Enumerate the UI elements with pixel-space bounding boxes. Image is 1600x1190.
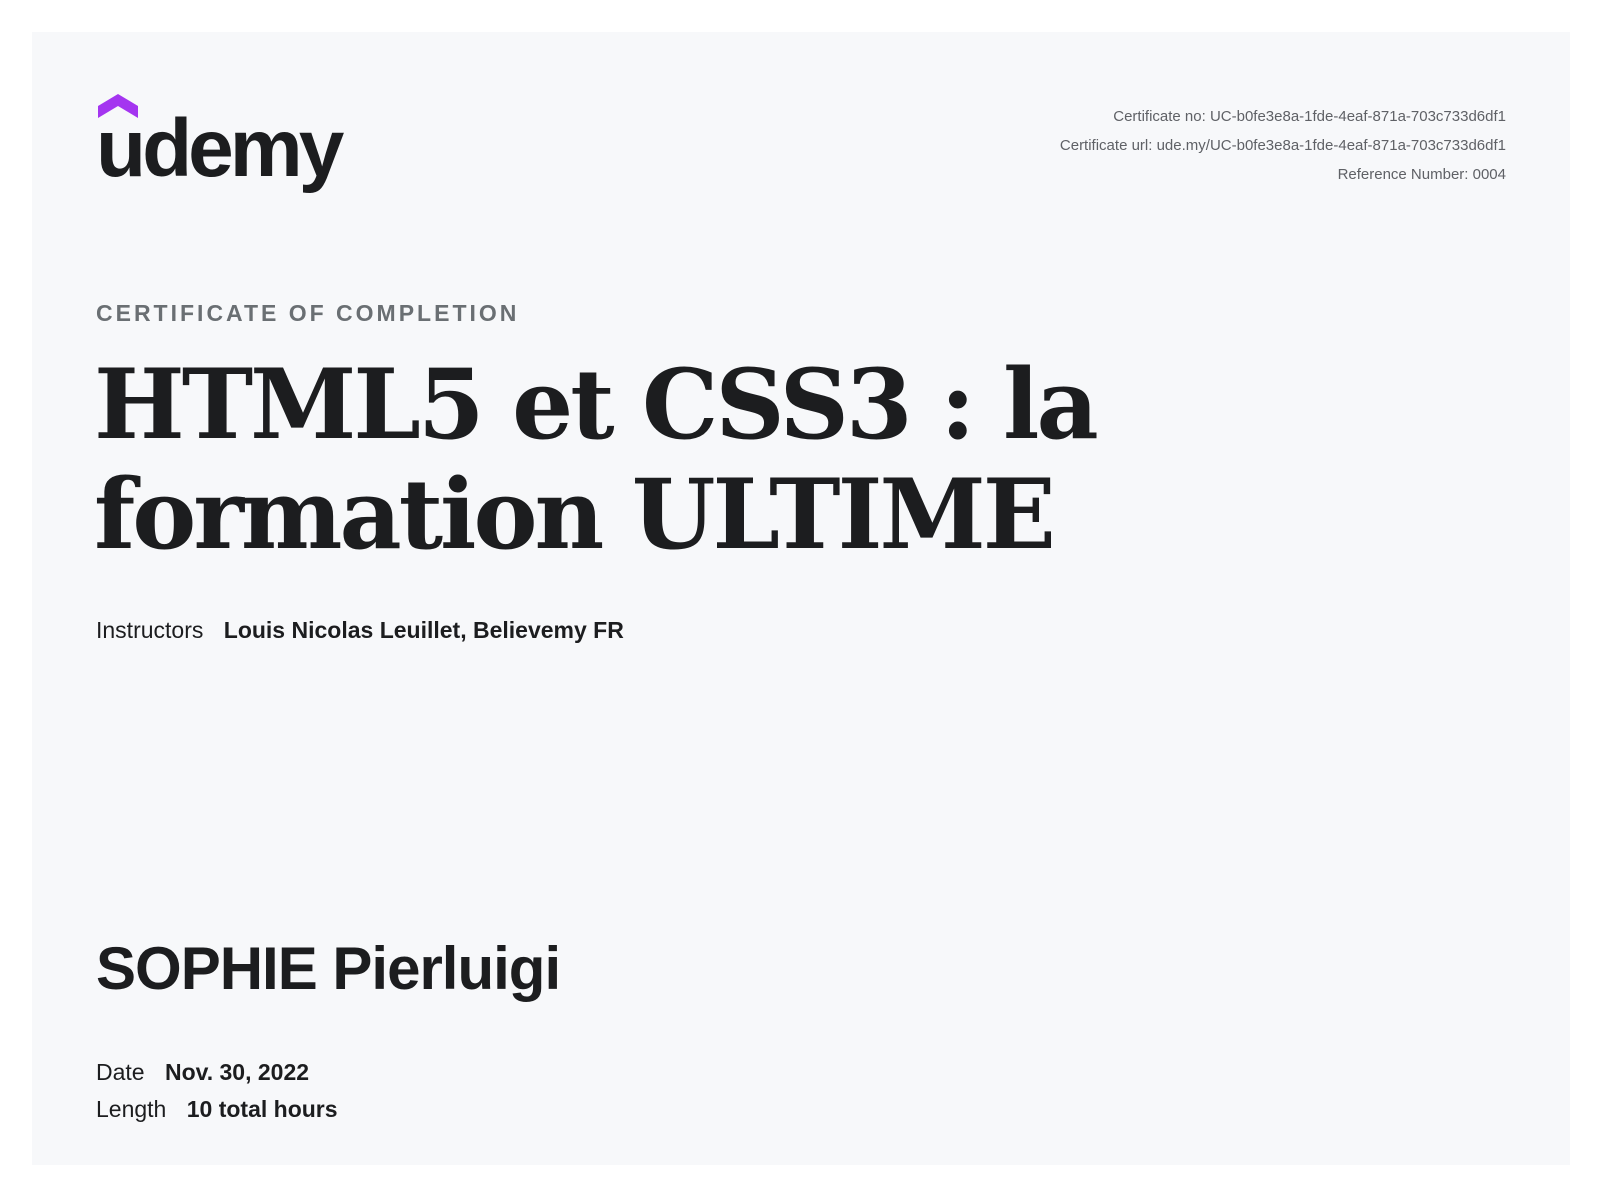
instructors-label: Instructors: [96, 617, 204, 643]
length-row: Length 10 total hours: [96, 1091, 338, 1128]
instructors-line: Instructors Louis Nicolas Leuillet, Beli…: [96, 617, 624, 644]
certificate-card: udemy Certificate no: UC-b0fe3e8a-1fde-4…: [32, 32, 1570, 1165]
logo-wordmark: udemy: [96, 103, 344, 194]
certificate-url[interactable]: Certificate url: ude.my/UC-b0fe3e8a-1fde…: [1060, 131, 1506, 160]
date-row: Date Nov. 30, 2022: [96, 1054, 338, 1091]
certificate-meta: Certificate no: UC-b0fe3e8a-1fde-4eaf-87…: [1060, 102, 1506, 189]
date-label: Date: [96, 1059, 145, 1085]
reference-number: Reference Number: 0004: [1337, 166, 1506, 183]
student-name: SOPHIE Pierluigi: [96, 935, 561, 1002]
certificate-details: Date Nov. 30, 2022 Length 10 total hours: [96, 1054, 338, 1128]
certificate-heading: CERTIFICATE OF COMPLETION: [96, 300, 520, 326]
instructors-names: Louis Nicolas Leuillet, Believemy FR: [223, 617, 624, 643]
date-value: Nov. 30, 2022: [164, 1059, 310, 1085]
length-label: Length: [96, 1096, 167, 1122]
course-title: HTML5 et CSS3 : la formation ULTIME: [94, 348, 1099, 571]
certificate-number: Certificate no: UC-b0fe3e8a-1fde-4eaf-87…: [1113, 108, 1506, 125]
udemy-logo: udemy: [96, 94, 356, 204]
length-value: 10 total hours: [186, 1096, 338, 1122]
